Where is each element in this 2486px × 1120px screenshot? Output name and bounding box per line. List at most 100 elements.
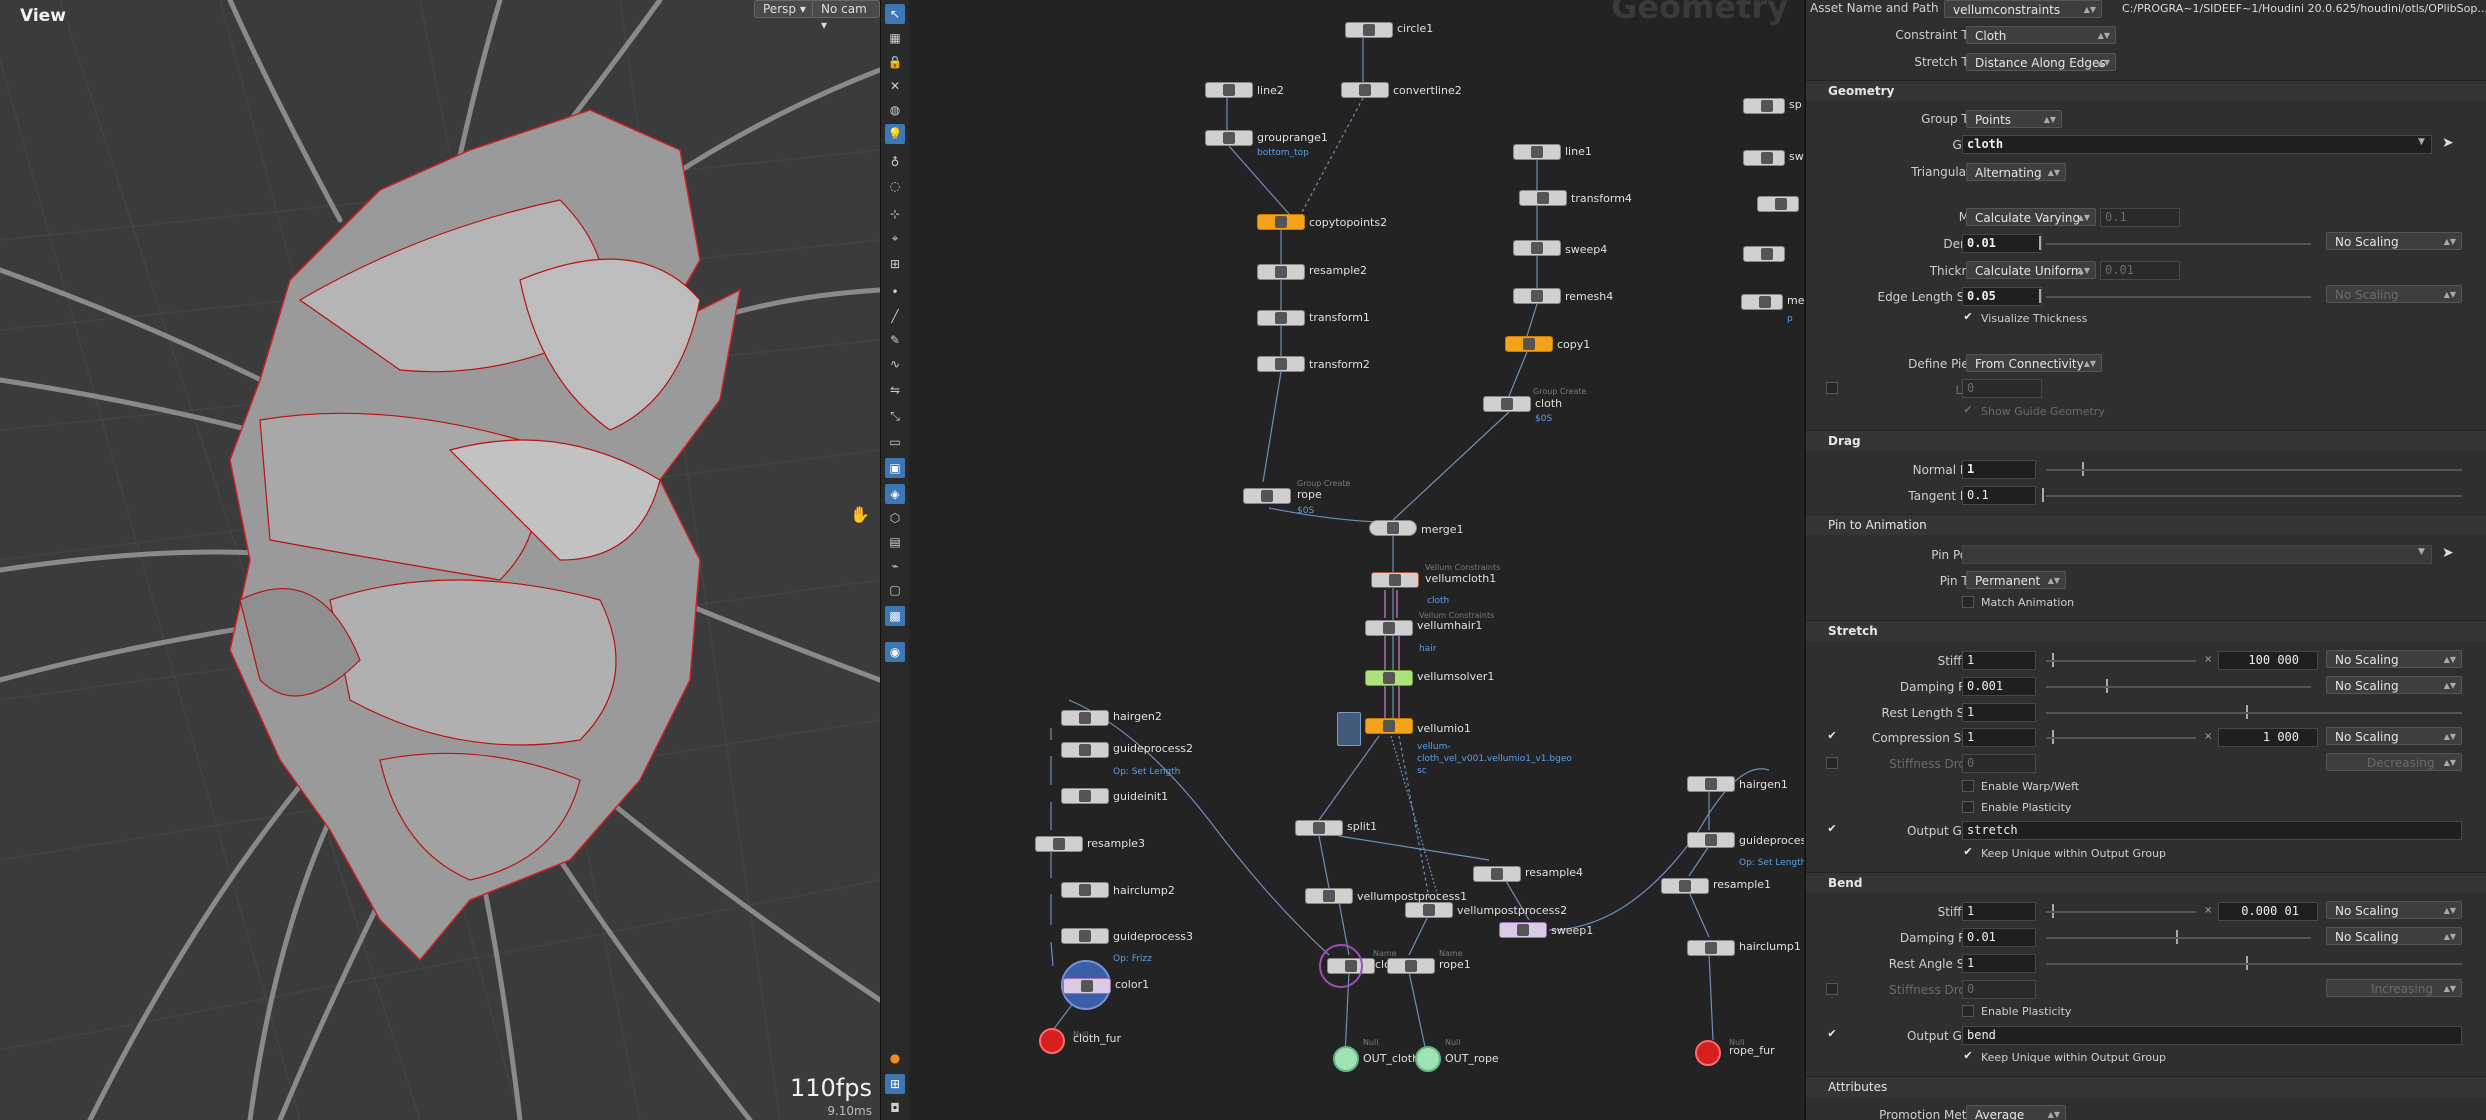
node-guideprocess1[interactable] [1687,832,1735,848]
pin-points-dropdown-icon[interactable]: ▼ [2418,547,2425,557]
node-cloth-fur[interactable] [1039,1028,1065,1054]
group-dropdown-icon[interactable]: ▼ [2418,137,2425,147]
rest-length-field[interactable]: 1 [1962,703,2036,722]
compression-slider[interactable] [2046,737,2196,739]
node-vellumsolver1[interactable] [1365,670,1413,686]
transform-icon[interactable]: ⊹ [885,204,905,224]
drag-section-header[interactable]: Drag [1806,430,2486,451]
node-transform2[interactable] [1257,356,1305,372]
pin-points-select-arrow-icon[interactable]: ➤ [2442,545,2454,561]
stretch-damping-scaling-menu[interactable]: No Scaling ▲▼ [2326,676,2462,694]
brush-icon[interactable]: ✎ [885,330,905,350]
node-rope[interactable] [1243,488,1291,504]
compression-mult-field[interactable]: 1 000 [2218,728,2318,747]
node-edge-3[interactable] [1757,196,1799,212]
texture-icon[interactable]: ▤ [885,532,905,552]
node-guideinit1[interactable] [1061,788,1109,804]
enable-plasticity-checkbox[interactable] [1962,801,1974,813]
group-field[interactable]: cloth [1962,135,2432,154]
bend-stiffness-slider[interactable] [2046,911,2196,913]
rest-length-slider[interactable] [2046,712,2462,714]
bend-stiffness-field[interactable]: 1 [1962,902,2036,921]
component-select-icon[interactable]: ▦ [885,28,905,48]
bend-keep-unique-checkbox[interactable]: ✔ [1962,1050,1974,1063]
close-icon[interactable]: ✕ [885,76,905,96]
promotion-method-menu[interactable]: Average ▲▼ [1966,1105,2066,1120]
ghost-icon[interactable]: ◌ [885,176,905,196]
node-guideprocess2[interactable] [1061,742,1109,758]
layout-grid-icon[interactable]: ⊞ [885,1074,905,1094]
define-pieces-menu[interactable]: From Connectivity ▲▼ [1966,354,2102,372]
rest-angle-field[interactable]: 1 [1962,954,2036,973]
scale-icon[interactable]: ⤡ [885,406,905,426]
node-resample2[interactable] [1257,264,1305,280]
node-resample1[interactable] [1661,878,1709,894]
asset-name-menu[interactable]: vellumconstraints ▲▼ [1944,0,2102,18]
bend-damping-field[interactable]: 0.01 [1962,928,2036,947]
normal-drag-slider[interactable] [2046,469,2462,471]
3d-viewport[interactable]: ✋ View Persp ▾ No cam ▾ 110fps 9.10ms [0,0,880,1120]
node-line2[interactable] [1205,82,1253,98]
tangent-drag-field[interactable]: 0.1 [1962,486,2036,505]
stretch-output-group-field[interactable]: stretch [1962,821,2462,840]
visualizer-icon[interactable]: ◉ [885,642,905,662]
measure-icon[interactable]: ⌁ [885,556,905,576]
pin-points-field[interactable] [1962,545,2432,564]
density-scaling-menu[interactable]: No Scaling ▲▼ [2326,232,2462,250]
sphere-icon[interactable]: ◍ [885,100,905,120]
density-slider[interactable] [2046,243,2311,245]
node-rope-fur[interactable] [1695,1040,1721,1066]
stretch-damping-slider[interactable] [2046,686,2311,688]
node-sweep4[interactable] [1513,240,1561,256]
node-guideprocess3[interactable] [1061,928,1109,944]
node-transform1[interactable] [1257,310,1305,326]
node-vellumcloth1[interactable] [1371,572,1419,588]
bend-enable-plasticity-checkbox[interactable] [1962,1005,1974,1017]
bend-section-header[interactable]: Bend [1806,872,2486,893]
node-hairgen2[interactable] [1061,710,1109,726]
node-out-rope[interactable] [1415,1046,1441,1072]
node-sweep1[interactable] [1499,922,1547,938]
lock-icon[interactable]: 🔒 [885,52,905,72]
enable-warp-weft-checkbox[interactable] [1962,780,1974,792]
stretch-section-header[interactable]: Stretch [1806,620,2486,641]
node-out-cloth[interactable] [1333,1046,1359,1072]
visualize-thickness-checkbox[interactable]: ✔ [1962,311,1974,324]
edge-length-scale-field[interactable]: 0.05 [1962,287,2042,306]
node-hairgen1[interactable] [1687,776,1735,792]
snap-icon[interactable]: ⌖ [885,228,905,248]
tangent-drag-slider[interactable] [2046,495,2462,497]
node-edge-sp[interactable] [1743,98,1785,114]
cube-icon[interactable]: ⬡ [885,508,905,528]
triangulation-menu[interactable]: Alternating ▲▼ [1966,163,2066,181]
edge-icon[interactable]: ╱ [885,306,905,326]
pin-type-menu[interactable]: Permanent ▲▼ [1966,571,2066,589]
curve-icon[interactable]: ∿ [885,354,905,374]
select-tool-icon[interactable]: ↖ [885,4,905,24]
group-type-menu[interactable]: Points ▲▼ [1966,110,2062,128]
node-circle1[interactable] [1345,22,1393,38]
normal-drag-field[interactable]: 1 [1962,460,2036,479]
camera-menu[interactable]: No cam ▾ [812,0,880,32]
constraint-type-menu[interactable]: Cloth ▲▼ [1966,26,2116,44]
mirror-icon[interactable]: ⇋ [885,380,905,400]
bend-damping-slider[interactable] [2046,937,2311,939]
stretch-stiffness-slider[interactable] [2046,660,2196,662]
wireframe-icon[interactable]: ▣ [885,458,905,478]
node-hairclump2[interactable] [1061,882,1109,898]
camera-frame-icon[interactable]: ▭ [885,432,905,452]
node-copytopoints2[interactable] [1257,214,1305,230]
node-rope1[interactable] [1387,958,1435,974]
render-region-icon[interactable]: ▩ [885,606,905,626]
bend-stiffness-scaling-menu[interactable]: No Scaling ▲▼ [2326,901,2462,919]
edge-length-slider-knob[interactable] [2039,289,2041,303]
stretch-type-menu[interactable]: Distance Along Edges ▲▼ [1966,53,2116,71]
view-mode-menu[interactable]: Persp ▾ [754,0,815,18]
node-edge-4[interactable] [1743,246,1785,262]
point-icon[interactable]: • [885,282,905,302]
snapshot-icon[interactable]: ◘ [885,1098,905,1118]
node-vellumpostprocess1[interactable] [1305,888,1353,904]
geometry-section-header[interactable]: Geometry [1806,80,2486,101]
match-animation-checkbox[interactable] [1962,596,1974,608]
node-cloth[interactable] [1483,396,1531,412]
